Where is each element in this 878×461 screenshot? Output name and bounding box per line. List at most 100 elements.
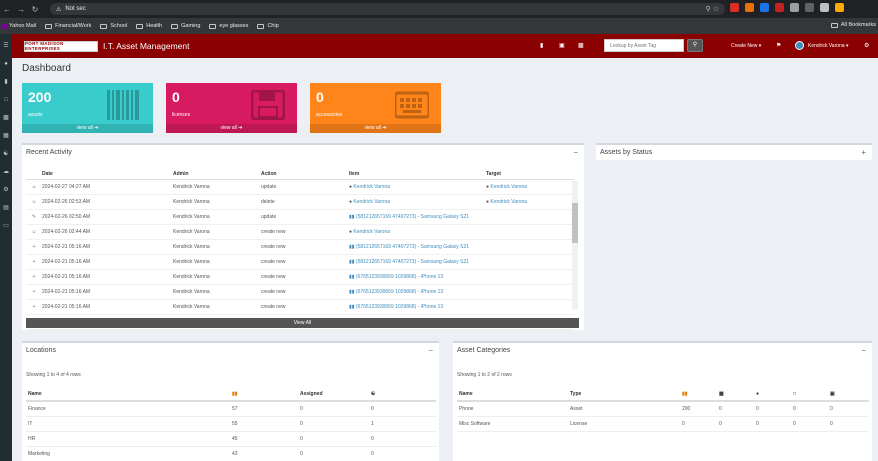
all-bookmarks[interactable]: All Bookmarks bbox=[830, 22, 876, 28]
settings-icon[interactable]: ⚙ bbox=[0, 184, 12, 196]
bookmark-folder[interactable]: eye glasses bbox=[209, 23, 248, 29]
activity-item-link[interactable]: Kendrick Varona bbox=[353, 229, 390, 235]
activity-item-link[interactable]: (581212657169 47407273) - Samsung Galaxy… bbox=[356, 259, 469, 265]
tile-view-all-link[interactable]: view all ➔ bbox=[22, 124, 153, 133]
activity-admin[interactable]: Kendrick Varona bbox=[171, 269, 259, 285]
column-header[interactable]: Name bbox=[26, 387, 230, 402]
column-header[interactable]: ☯ bbox=[369, 387, 436, 402]
table-row[interactable]: IT 55 0 1 bbox=[26, 416, 436, 432]
extension-icon[interactable] bbox=[790, 3, 799, 12]
table-row[interactable]: Marketing 43 0 0 bbox=[26, 446, 436, 461]
column-header[interactable]: Item bbox=[347, 169, 484, 180]
table-row[interactable]: ☺ 2024-02-26 02:53 AM Kendrick Varona delet… bbox=[26, 194, 574, 210]
activity-admin[interactable]: Kendrick Varona bbox=[171, 179, 259, 195]
forward-icon[interactable]: → bbox=[14, 5, 28, 14]
bookmark-folder[interactable]: Chip bbox=[257, 23, 279, 29]
reports-icon[interactable]: ▤ bbox=[0, 202, 12, 214]
create-new-menu[interactable]: Create New ▾ bbox=[731, 43, 761, 49]
column-header[interactable]: Target bbox=[484, 169, 574, 180]
column-header[interactable]: Type bbox=[568, 387, 680, 402]
category-name[interactable]: Misc Software bbox=[457, 416, 568, 432]
location-name[interactable]: IT bbox=[26, 416, 230, 432]
sidepanel-icon[interactable] bbox=[820, 3, 829, 12]
location-name[interactable]: Marketing bbox=[26, 446, 230, 461]
reload-icon[interactable]: ↻ bbox=[28, 5, 42, 14]
target-link[interactable]: Kendrick Varona bbox=[490, 184, 527, 190]
column-header[interactable]: Assigned bbox=[298, 387, 369, 402]
laptop-icon[interactable]: ▭ bbox=[0, 220, 12, 232]
licenses-icon[interactable]: ▣ bbox=[559, 42, 565, 49]
bookmark-yahoo-mail[interactable]: Yahoo Mail bbox=[2, 23, 36, 29]
assets-tile[interactable]: 200 assets view all ➔ bbox=[22, 83, 153, 133]
extension-icon[interactable] bbox=[730, 3, 739, 12]
table-row[interactable]: +2024-02-21 05:16 AMKendrick Varonacreat… bbox=[26, 284, 574, 300]
activity-item-link[interactable]: (6765123930659 1029868) - iPhone 13 bbox=[356, 304, 443, 310]
licenses-tile[interactable]: 0 licenses view all ➔ bbox=[166, 83, 297, 133]
activity-admin[interactable]: Kendrick Varona bbox=[171, 239, 259, 255]
activity-admin[interactable]: Kendrick Varona bbox=[171, 224, 259, 240]
tile-view-all-link[interactable]: view all ➔ bbox=[310, 124, 441, 133]
avatar[interactable] bbox=[795, 41, 804, 50]
puzzle-icon[interactable] bbox=[805, 3, 814, 12]
table-row[interactable]: ☺ 2024-02-26 02:44 AM Kendrick Varona creat… bbox=[26, 224, 574, 240]
column-header[interactable]: Action bbox=[259, 169, 347, 180]
table-row[interactable]: +2024-02-21 05:16 AMKendrick Varonacreat… bbox=[26, 254, 574, 270]
accessories-tile[interactable]: 0 accessories view all ➔ bbox=[310, 83, 441, 133]
table-row[interactable]: Finance 57 0 0 bbox=[26, 401, 436, 417]
zoom-star-icons[interactable]: ⚲ ☆ bbox=[706, 5, 719, 13]
target-link[interactable]: Kendrick Varona bbox=[490, 199, 527, 205]
company-logo[interactable]: PORT MADISON ENTERPRISES bbox=[24, 40, 98, 52]
activity-item-link[interactable]: (581212657169 47407273) - Samsung Galaxy… bbox=[356, 244, 469, 250]
collapse-button[interactable]: − bbox=[428, 346, 433, 355]
column-header[interactable]: ▩ bbox=[717, 387, 754, 402]
activity-admin[interactable]: Kendrick Varona bbox=[171, 209, 259, 225]
address-bar[interactable]: ⚠ Not sec ⚲ ☆ bbox=[50, 3, 725, 15]
app-title[interactable]: I.T. Asset Management bbox=[103, 41, 189, 51]
back-icon[interactable]: ← bbox=[0, 5, 14, 14]
flag-icon[interactable]: ⚑ bbox=[776, 42, 781, 49]
bookmark-folder[interactable]: Health bbox=[136, 23, 162, 29]
dashboard-icon[interactable]: ● bbox=[0, 58, 12, 70]
bookmark-folder[interactable]: School bbox=[100, 23, 127, 29]
activity-admin[interactable]: Kendrick Varona bbox=[171, 299, 259, 315]
keyboard-icon[interactable]: ▩ bbox=[0, 112, 12, 124]
activity-scrollbar[interactable] bbox=[572, 181, 578, 309]
table-row[interactable]: Phone Asset 200 0 0 0 0 bbox=[457, 401, 869, 417]
activity-item-link[interactable]: (6765123930659 1029868) - iPhone 13 bbox=[356, 274, 443, 280]
column-header[interactable]: ● bbox=[754, 387, 791, 402]
table-row[interactable]: ✎ 2024-02-26 02:50 AM Kendrick Varona updat… bbox=[26, 209, 574, 225]
view-all-button[interactable]: View All bbox=[26, 318, 579, 328]
table-row[interactable]: Misc Software License 0 0 0 0 0 bbox=[457, 416, 869, 432]
table-row[interactable]: HR 45 0 0 bbox=[26, 431, 436, 447]
barcode-icon[interactable]: ▮ bbox=[0, 76, 12, 88]
activity-item-link[interactable]: (581212657169 47407273) - Samsung Galaxy… bbox=[356, 214, 469, 220]
consumable-icon[interactable]: ▦ bbox=[0, 130, 12, 142]
bookmark-folder[interactable]: Gaming bbox=[171, 23, 200, 29]
column-header[interactable]: ▮▮ bbox=[230, 387, 298, 402]
location-name[interactable]: HR bbox=[26, 431, 230, 447]
column-header[interactable]: Admin bbox=[171, 169, 259, 180]
license-icon[interactable]: □ bbox=[0, 94, 12, 106]
users-icon[interactable]: ☯ bbox=[0, 148, 12, 160]
column-header[interactable]: ▮▮ bbox=[680, 387, 717, 402]
activity-admin[interactable]: Kendrick Varona bbox=[171, 284, 259, 300]
profile-icon[interactable] bbox=[835, 3, 844, 12]
category-name[interactable]: Phone bbox=[457, 401, 568, 417]
column-header[interactable]: □ bbox=[791, 387, 828, 402]
tile-view-all-link[interactable]: view all ➔ bbox=[166, 124, 297, 133]
accessories-icon[interactable]: ▩ bbox=[578, 42, 584, 49]
table-row[interactable]: +2024-02-21 05:16 AMKendrick Varonacreat… bbox=[26, 269, 574, 285]
asset-tag-search-input[interactable] bbox=[604, 39, 684, 52]
activity-item-link[interactable]: Kendrick Varona bbox=[353, 199, 390, 205]
expand-button[interactable]: + bbox=[861, 148, 866, 157]
column-header[interactable]: Name bbox=[457, 387, 568, 402]
scroll-thumb[interactable] bbox=[572, 203, 578, 243]
activity-admin[interactable]: Kendrick Varona bbox=[171, 254, 259, 270]
column-header[interactable]: ▣ bbox=[828, 387, 869, 402]
table-row[interactable]: +2024-02-21 05:16 AMKendrick Varonacreat… bbox=[26, 239, 574, 255]
table-row[interactable]: +2024-02-21 05:16 AMKendrick Varonacreat… bbox=[26, 299, 574, 315]
extension-icon[interactable] bbox=[775, 3, 784, 12]
search-button[interactable]: ⚲ bbox=[687, 39, 703, 52]
activity-item-link[interactable]: Kendrick Varona bbox=[353, 184, 390, 190]
activity-item-link[interactable]: (6765123930659 1029868) - iPhone 13 bbox=[356, 289, 443, 295]
